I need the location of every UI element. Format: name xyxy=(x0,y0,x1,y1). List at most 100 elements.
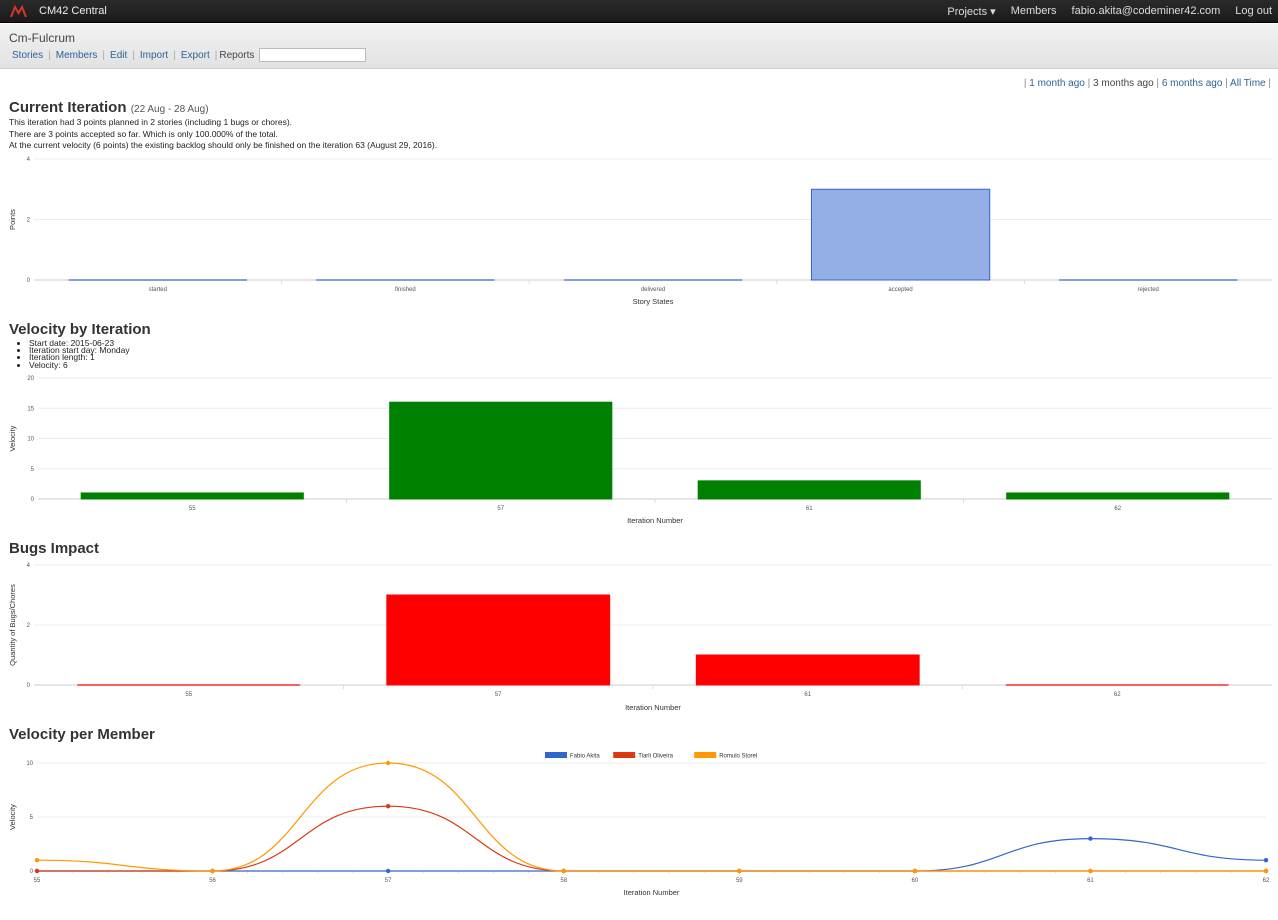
time-range-selector: | 1 month ago | 3 months ago | 6 months … xyxy=(1024,78,1271,89)
data-point xyxy=(385,760,391,766)
legend-swatch xyxy=(613,752,636,758)
x-tick-label: rejected xyxy=(1138,287,1159,293)
data-point xyxy=(912,868,918,874)
logo-icon[interactable] xyxy=(10,4,27,18)
x-tick-label: accepted xyxy=(888,287,912,293)
range-separator: | xyxy=(1023,78,1027,89)
summary-line: There are 3 points accepted so far. Whic… xyxy=(9,128,278,139)
x-tick-label: 57 xyxy=(495,692,502,698)
x-axis-label: Iteration Number xyxy=(625,703,681,712)
data-point xyxy=(385,804,391,809)
projects-menu[interactable]: Projects ▾ xyxy=(947,5,995,18)
legend-label: Romulo Storel xyxy=(719,754,757,760)
data-point xyxy=(34,868,40,874)
y-tick-label: 10 xyxy=(26,761,33,767)
project-header: Cm-Fulcrum Stories | Members | Edit | Impor… xyxy=(0,24,1278,69)
data-point xyxy=(210,868,215,874)
info-velocity: Velocity: 6 xyxy=(29,360,130,369)
x-tick-label: 57 xyxy=(497,506,504,512)
data-point xyxy=(1088,868,1093,874)
project-tabs: Stories | Members | Edit | Import | Export | … xyxy=(7,48,367,62)
range-separator: | xyxy=(1225,78,1228,89)
x-tick-label: 55 xyxy=(185,692,192,698)
x-tick-label: delivered xyxy=(641,287,665,293)
x-tick-label: 56 xyxy=(209,878,216,884)
y-axis-label: Quantity of Bugs/Chores xyxy=(8,584,17,666)
data-point xyxy=(1263,868,1269,874)
top-nav: Projects ▾ Members fabio.akita@codeminer… xyxy=(932,5,1272,18)
bar xyxy=(810,188,991,281)
project-title: Cm-Fulcrum xyxy=(9,31,75,45)
velocity-heading: Velocity by Iteration xyxy=(9,321,151,338)
x-axis-label: Story States xyxy=(633,297,674,306)
tab-import[interactable]: Import xyxy=(135,50,173,61)
bugs-impact-chart: 0 2 4 Quantity of Bugs/Chores Iteration Numb… xyxy=(8,563,1272,712)
members-link[interactable]: Members xyxy=(1011,5,1057,18)
x-tick-label: 61 xyxy=(806,506,813,512)
iteration-summary: This iteration had 3 points planned in 2… xyxy=(9,117,437,152)
summary-line: At the current velocity (6 points) the e… xyxy=(9,140,438,150)
series-line xyxy=(37,837,1267,872)
data-point xyxy=(385,868,391,874)
summary-line: This iteration had 3 points planned in 2… xyxy=(9,117,293,127)
tab-reports[interactable]: Reports xyxy=(217,50,257,61)
y-tick-label: 0 xyxy=(27,683,31,689)
y-tick-label: 2 xyxy=(27,623,31,629)
range-separator: | xyxy=(1268,78,1271,89)
y-tick-label: 10 xyxy=(27,437,34,443)
story-states-chart: 0 2 4 Points Story States started finished deli… xyxy=(8,157,1272,306)
logout-link[interactable]: Log out xyxy=(1235,5,1272,18)
x-tick-label: 55 xyxy=(34,878,41,884)
x-tick-label: 61 xyxy=(804,692,811,698)
velocity-by-iteration-chart: 0 5 10 15 20 Velocity Iteration Number 55 57 61 62 xyxy=(8,376,1272,525)
y-tick-label: 2 xyxy=(27,218,31,224)
range-all-time[interactable]: All Time xyxy=(1230,78,1266,89)
y-axis-label: Velocity xyxy=(8,804,17,830)
brand-name[interactable]: CM42 Central xyxy=(39,5,107,17)
x-tick-label: 61 xyxy=(1087,878,1094,884)
velocity-per-member-heading: Velocity per Member xyxy=(9,726,155,743)
bar xyxy=(695,654,920,686)
y-axis-label: Velocity xyxy=(8,425,17,451)
x-tick-label: started xyxy=(149,287,167,293)
y-tick-label: 4 xyxy=(27,157,31,163)
bar xyxy=(80,492,304,500)
x-tick-label: 58 xyxy=(560,878,567,884)
velocity-per-member-chart: 0 5 10 Velocity Iteration Number 55 56 57 58 59 60… xyxy=(8,752,1270,897)
y-tick-label: 0 xyxy=(30,869,34,875)
data-point xyxy=(1263,858,1269,863)
current-iteration-heading: Current Iteration (22 Aug - 28 Aug) xyxy=(9,99,209,116)
legend-label: Tiarli Oliveira xyxy=(638,754,673,760)
velocity-info-list: Start date: 2015-06-23 Iteration start d… xyxy=(18,339,130,369)
y-tick-label: 5 xyxy=(30,815,34,821)
data-point xyxy=(1088,836,1093,841)
bugs-impact-heading: Bugs Impact xyxy=(9,540,100,557)
y-tick-label: 20 xyxy=(27,376,34,382)
top-navbar: CM42 Central Projects ▾ Members fabio.ak… xyxy=(0,0,1278,23)
data-point xyxy=(561,868,566,874)
user-email-link[interactable]: fabio.akita@codeminer42.com xyxy=(1072,5,1221,18)
range-6-months[interactable]: 6 months ago xyxy=(1162,78,1223,89)
tab-edit[interactable]: Edit xyxy=(105,50,132,61)
range-1-month[interactable]: 1 month ago xyxy=(1029,78,1085,89)
bar xyxy=(1006,492,1230,500)
x-tick-label: 57 xyxy=(385,878,392,884)
y-axis-label: Points xyxy=(8,209,17,230)
tab-members[interactable]: Members xyxy=(51,50,103,61)
iteration-dates: (22 Aug - 28 Aug) xyxy=(130,104,209,115)
data-point xyxy=(737,868,742,874)
search-input[interactable] xyxy=(259,48,367,62)
x-tick-label: 62 xyxy=(1114,506,1121,512)
y-tick-label: 0 xyxy=(27,278,31,284)
legend-swatch xyxy=(545,752,567,758)
x-tick-label: 55 xyxy=(189,506,196,512)
current-iteration-title: Current Iteration xyxy=(9,99,127,116)
x-axis-label: Iteration Number xyxy=(627,516,683,525)
legend-label: Fabio Akita xyxy=(570,754,600,760)
x-axis-label: Iteration Number xyxy=(624,888,680,897)
legend-swatch xyxy=(694,752,717,758)
range-3-months-current: 3 months ago xyxy=(1093,78,1154,89)
y-tick-label: 5 xyxy=(31,467,35,473)
tab-export[interactable]: Export xyxy=(176,50,215,61)
tab-stories[interactable]: Stories xyxy=(7,50,48,61)
